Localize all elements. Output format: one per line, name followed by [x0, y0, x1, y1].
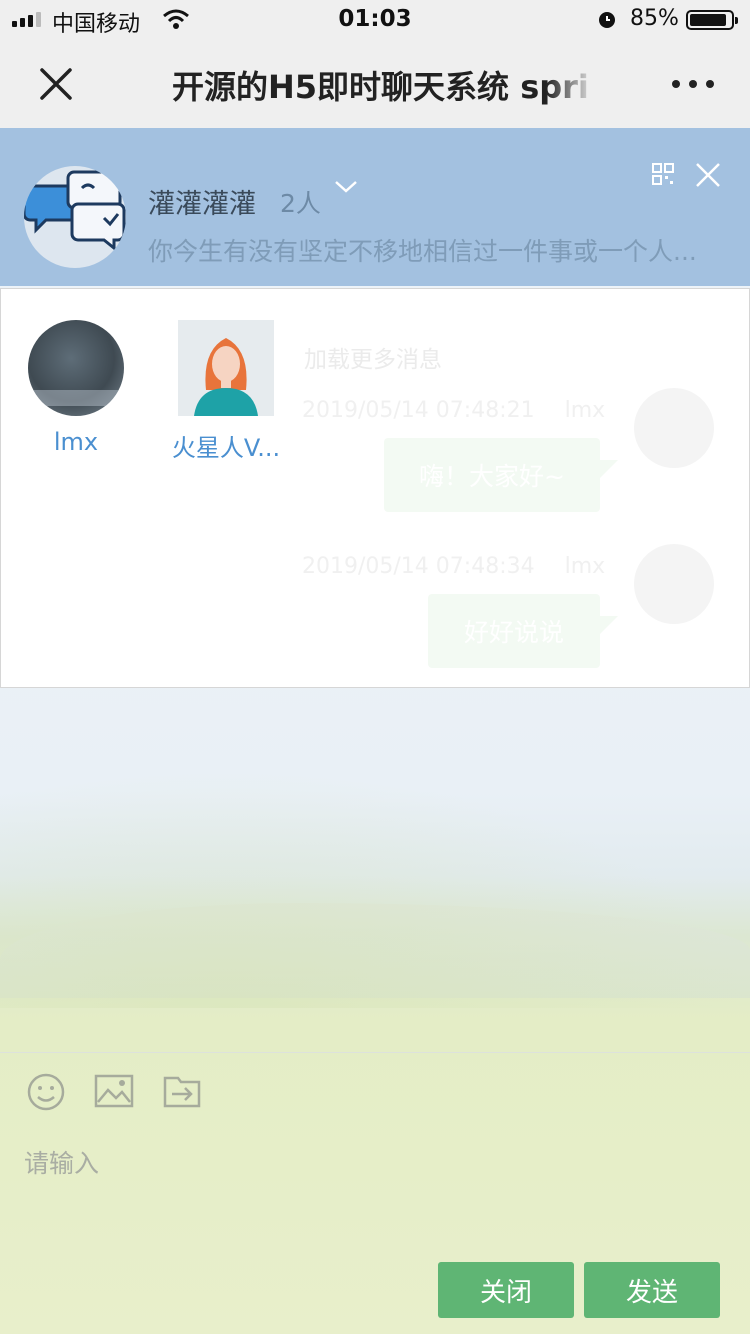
emoji-icon[interactable]	[26, 1072, 66, 1112]
message-bubble: 嗨！大家好~	[384, 438, 618, 512]
message-bubble: 好好说说	[428, 594, 618, 668]
image-icon[interactable]	[94, 1072, 134, 1112]
avatar	[28, 320, 124, 416]
load-more-link[interactable]: 加载更多消息	[304, 340, 442, 374]
page-title: 开源的H5即时聊天系统 spri	[172, 62, 596, 108]
group-avatar	[24, 166, 126, 268]
group-name: 灌灌灌灌	[148, 189, 256, 220]
composer-divider	[0, 1052, 750, 1053]
group-description: 你今生有没有坚定不移地相信过一件事或一个人...	[148, 237, 697, 266]
member-item[interactable]: lmx	[28, 320, 124, 456]
member-name: lmx	[53, 428, 99, 456]
close-icon[interactable]	[36, 64, 76, 104]
member-name: 火星人V...	[171, 434, 281, 462]
message-meta: 2019/05/14 07:48:21 lmx	[302, 398, 605, 423]
battery-icon	[686, 10, 738, 30]
status-bar: 中国移动 01:03 85%	[0, 0, 750, 40]
message-meta: 2019/05/14 07:48:34 lmx	[302, 554, 605, 579]
battery-percent: 85%	[630, 6, 679, 31]
message-time: 2019/05/14 07:48:34	[302, 554, 535, 579]
member-count: 2人	[280, 189, 321, 218]
message-time: 2019/05/14 07:48:21	[302, 398, 535, 423]
more-icon[interactable]	[672, 80, 714, 88]
qr-code-icon[interactable]	[652, 163, 674, 185]
close-icon[interactable]	[694, 161, 722, 189]
avatar	[178, 320, 274, 416]
chevron-down-icon[interactable]	[334, 180, 358, 194]
avatar	[634, 544, 714, 624]
nav-bar: 开源的H5即时聊天系统 spri	[0, 40, 750, 128]
message-user: lmx	[564, 398, 606, 423]
avatar	[634, 388, 714, 468]
send-button[interactable]: 发送	[584, 1262, 720, 1318]
file-send-icon[interactable]	[162, 1072, 202, 1112]
alarm-icon	[599, 12, 615, 28]
close-button[interactable]: 关闭	[438, 1262, 574, 1318]
member-item[interactable]: 火星人V...	[160, 320, 292, 463]
message-user: lmx	[564, 554, 606, 579]
message-input[interactable]: 请输入	[24, 1144, 99, 1180]
